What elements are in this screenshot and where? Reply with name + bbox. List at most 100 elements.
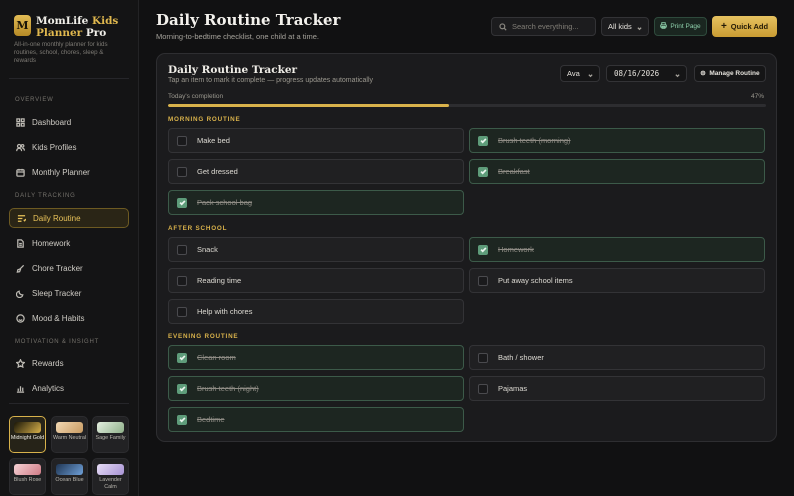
task-checkbox[interactable] [177,197,187,208]
theme-blush-rose[interactable]: Blush Rose [9,458,46,495]
task-item[interactable]: Pack school bag [168,190,464,215]
task-checkbox[interactable] [177,244,187,255]
sidebar-item-label: Monthly Planner [32,167,90,177]
brand-name-accent: Planner [36,27,83,39]
moon-icon [16,289,25,298]
progress-percent: 47% [750,93,764,100]
theme-swatch [14,464,41,475]
progress-bar [168,104,766,107]
task-item[interactable]: Pajamas [469,376,765,401]
task-checkbox[interactable] [177,383,187,394]
brand-name: MomLife Kids Planner Pro [36,15,131,39]
sidebar-item-label: Daily Routine [33,213,81,223]
task-checkbox[interactable] [177,414,187,425]
progress-label: Today's completion [168,93,224,100]
task-item[interactable]: Breakfast [469,159,765,184]
task-item[interactable]: Brush teeth (morning) [469,128,765,153]
task-checkbox[interactable] [177,166,187,177]
group-label: MORNING ROUTINE [168,116,241,123]
sidebar-item-analytics[interactable]: Analytics [9,378,129,398]
sidebar-item-label: Sleep Tracker [32,288,82,298]
broom-icon [16,264,25,273]
kids-filter-value: All kids [608,22,632,31]
quick-add-button[interactable]: + Quick Add [712,16,777,37]
task-item[interactable]: Homework [469,237,765,262]
theme-lavender-calm[interactable]: Lavender Calm [92,458,129,495]
sidebar-item-mood-habits[interactable]: Mood & Habits [9,308,129,328]
star-icon [16,358,25,368]
sidebar-item-label: Kids Profiles [32,142,77,152]
task-item[interactable]: Brush teeth (night) [168,376,464,401]
task-item[interactable]: Clean room [168,345,464,370]
task-checkbox[interactable] [478,166,488,177]
theme-midnight-gold[interactable]: Midnight Gold [9,416,46,453]
task-item[interactable]: Get dressed [168,159,464,184]
sidebar-item-label: Chore Tracker [32,263,83,273]
task-checkbox[interactable] [177,352,187,363]
manage-routine-button[interactable]: Manage Routine [694,65,766,82]
group-label: EVENING ROUTINE [168,333,239,340]
sidebar-item-monthly-planner[interactable]: Monthly Planner [9,162,129,182]
task-label: Bath / shower [498,353,544,362]
print-page-button[interactable]: Print Page [654,17,707,36]
sidebar-item-sleep-tracker[interactable]: Sleep Tracker [9,283,129,303]
task-label: Pack school bag [197,198,253,207]
theme-warm-neutral[interactable]: Warm Neutral [51,416,88,453]
sidebar-item-label: Analytics [32,383,65,393]
task-label: Homework [498,245,534,254]
theme-name: Blush Rose [13,477,42,483]
sidebar-item-homework[interactable]: Homework [9,233,129,253]
group-label: AFTER SCHOOL [168,225,228,232]
task-checkbox[interactable] [177,306,187,317]
progress-fill [168,104,450,107]
task-label: Bedtime [197,415,225,424]
theme-sage-family[interactable]: Sage Family [92,416,129,453]
brand-name-accent: Kids [91,15,119,27]
child-select-value: Ava [567,69,580,78]
task-label: Reading time [197,276,242,285]
task-checkbox[interactable] [478,244,488,255]
task-checkbox[interactable] [478,275,488,286]
kids-filter-select[interactable]: All kids [601,17,649,36]
task-item[interactable]: Help with chores [168,299,464,324]
chevron-down-icon [588,71,593,78]
search-box[interactable] [491,17,596,36]
search-input[interactable] [512,22,596,31]
task-checkbox[interactable] [177,275,187,286]
task-item[interactable]: Bedtime [168,407,464,432]
check-icon [179,200,185,206]
sidebar-item-rewards[interactable]: Rewards [9,353,129,373]
print-page-label: Print Page [670,23,701,30]
task-item[interactable]: Put away school items [469,268,765,293]
sidebar-item-daily-routine[interactable]: Daily Routine [9,208,129,228]
task-label: Help with chores [197,307,253,316]
task-item[interactable]: Make bed [168,128,464,153]
sidebar-item-dashboard[interactable]: Dashboard [9,112,129,132]
theme-name: Midnight Gold [10,435,45,441]
sidebar-item-kids-profiles[interactable]: Kids Profiles [9,137,129,157]
task-item[interactable]: Snack [168,237,464,262]
section-label-motivation: MOTIVATION & INSIGHT [15,339,100,345]
task-checkbox[interactable] [478,383,488,394]
theme-ocean-blue[interactable]: Ocean Blue [51,458,88,495]
section-label-daily: DAILY TRACKING [15,193,76,199]
check-icon [179,386,185,392]
task-checkbox[interactable] [478,135,488,146]
child-select[interactable]: Ava [560,65,600,82]
quick-add-label: Quick Add [730,22,769,31]
task-item[interactable]: Bath / shower [469,345,765,370]
theme-swatch [56,464,83,475]
task-item[interactable]: Reading time [168,268,464,293]
theme-name: Lavender Calm [99,477,122,490]
check-icon [480,247,486,253]
task-checkbox[interactable] [177,135,187,146]
task-label: Breakfast [498,167,530,176]
brand-tagline: All-in-one monthly planner for kids rout… [14,41,108,64]
gear-icon [700,69,709,78]
task-checkbox[interactable] [478,352,488,363]
sidebar-item-chore-tracker[interactable]: Chore Tracker [9,258,129,278]
check-icon [480,169,486,175]
date-input[interactable]: 08/16/2026 [606,65,687,82]
brand[interactable]: M MomLife Kids Planner Pro [14,15,131,39]
task-label: Pajamas [498,384,528,393]
